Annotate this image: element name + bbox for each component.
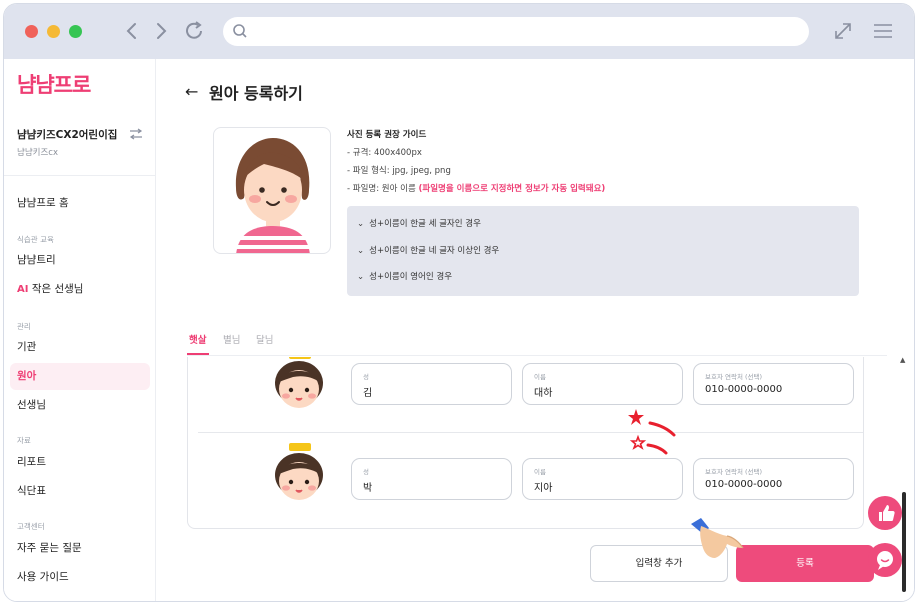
first-name-field[interactable]: 이름 지아: [522, 458, 683, 500]
sidebar-divider: [4, 175, 156, 176]
register-button[interactable]: 등록: [736, 545, 874, 582]
sidebar-item-institution[interactable]: 기관: [10, 334, 150, 361]
row-divider: [198, 432, 863, 433]
child-avatar-illustration: [235, 138, 310, 253]
like-button[interactable]: [868, 496, 902, 530]
sidebar-item-guide[interactable]: 사용 가이드: [10, 564, 150, 591]
sidebar-item-faq[interactable]: 자주 묻는 질문: [10, 535, 150, 562]
accordion-item-4-char[interactable]: ⌄ 성+이름이 한글 네 글자 이상인 경우: [357, 244, 499, 256]
chat-button[interactable]: [868, 543, 902, 577]
accordion-item-english[interactable]: ⌄ 성+이름이 영어인 경우: [357, 270, 452, 282]
pointer-hand-icon: [691, 518, 744, 558]
sidebar-item-ai-teacher[interactable]: AI 작은 선생님: [10, 276, 150, 303]
tab-class-2[interactable]: 별님: [223, 332, 240, 346]
arrow-left-icon[interactable]: ←: [185, 82, 198, 101]
photo-upload[interactable]: [213, 127, 331, 254]
brand-logo[interactable]: 냠냠프로: [17, 69, 91, 99]
org-name: 냠냠키즈CX2어린이집: [17, 129, 118, 141]
sparkle-decoration: [628, 409, 676, 455]
guide-highlight: (파일명을 이름으로 지정하면 정보가 자동 입력돼요): [418, 184, 606, 194]
sidebar: 냠냠프로 냠냠키즈CX2어린이집 냠냠키즈cx 냠냠프로 홈 식습관 교육 냠냠…: [4, 59, 156, 601]
sidebar-section-resources: 자료: [17, 436, 31, 445]
main-content: ← 원아 등록하기 사진 등록 권장 가이드 - 규격: 400x400px -: [157, 59, 914, 601]
forward-icon[interactable]: [148, 18, 174, 44]
expand-icon[interactable]: [830, 18, 856, 44]
accordion-item-3-char[interactable]: ⌄ 성+이름이 한글 세 글자인 경우: [357, 217, 481, 229]
reload-icon[interactable]: [181, 18, 207, 44]
guide-line-size: - 규격: 400x400px: [347, 148, 422, 158]
search-icon: [233, 24, 247, 38]
minimize-window-button[interactable]: [47, 25, 60, 38]
thumbs-up-icon: [879, 505, 895, 521]
switch-org-icon[interactable]: [129, 128, 143, 140]
first-name-field[interactable]: 이름 대하: [522, 363, 683, 405]
address-bar[interactable]: [223, 17, 809, 46]
guardian-phone-field[interactable]: 보호자 연락처 (선택) 010-0000-0000: [693, 458, 854, 500]
sidebar-item-report[interactable]: 리포트: [10, 449, 150, 476]
back-icon[interactable]: [119, 18, 145, 44]
guide-line-filename: - 파일명: 원아 이름 (파일명을 이름으로 지정하면 정보가 자동 입력돼요…: [347, 184, 606, 194]
browser-window: 냠냠프로 냠냠키즈CX2어린이집 냠냠키즈cx 냠냠프로 홈 식습관 교육 냠냠…: [3, 3, 915, 602]
browser-toolbar: [4, 4, 914, 59]
ai-badge: AI: [17, 284, 29, 295]
children-list: 성 김 이름 대하 보호자 연락처 (선택) 010-0000-0000 ✕: [187, 357, 864, 529]
tab-class-3[interactable]: 달님: [256, 332, 273, 346]
sidebar-item-home[interactable]: 냠냠프로 홈: [10, 190, 150, 217]
last-name-field[interactable]: 성 박: [351, 458, 512, 500]
guide-title: 사진 등록 권장 가이드: [347, 130, 427, 140]
chevron-down-icon: ⌄: [357, 246, 365, 256]
guardian-phone-field[interactable]: 보호자 연락처 (선택) 010-0000-0000: [693, 363, 854, 405]
maximize-window-button[interactable]: [69, 25, 82, 38]
name-guide-accordion: ⌄ 성+이름이 한글 세 글자인 경우 ⌄ 성+이름이 한글 네 글자 이상인 경우…: [347, 206, 859, 296]
sidebar-item-teachers[interactable]: 선생님: [10, 392, 150, 419]
tab-divider: [187, 355, 887, 356]
sidebar-item-menu[interactable]: 식단표: [10, 478, 150, 505]
child-avatar-icon: [275, 443, 323, 500]
child-avatar-icon: [275, 357, 323, 408]
chevron-down-icon: ⌄: [357, 219, 365, 229]
active-tab-indicator: [187, 353, 209, 355]
chat-icon: [877, 551, 893, 570]
menu-icon[interactable]: [870, 18, 896, 44]
sidebar-item-children[interactable]: 원아: [10, 363, 150, 390]
page-title: 원아 등록하기: [209, 84, 303, 103]
guide-line-format: - 파일 형식: jpg, jpeg, png: [347, 166, 451, 176]
close-window-button[interactable]: [25, 25, 38, 38]
last-name-field[interactable]: 성 김: [351, 363, 512, 405]
tab-class-1[interactable]: 햇살: [189, 332, 206, 346]
sidebar-section-education: 식습관 교육: [17, 235, 54, 244]
scroll-up-icon[interactable]: ▲: [900, 356, 905, 364]
org-subtitle: 냠냠키즈cx: [17, 148, 58, 158]
sidebar-section-support: 고객센터: [17, 522, 45, 531]
scrollbar-thumb[interactable]: [902, 492, 906, 592]
sidebar-item-tree[interactable]: 냠냠트리: [10, 247, 150, 274]
sidebar-section-manage: 관리: [17, 322, 31, 331]
chevron-down-icon: ⌄: [357, 272, 365, 282]
